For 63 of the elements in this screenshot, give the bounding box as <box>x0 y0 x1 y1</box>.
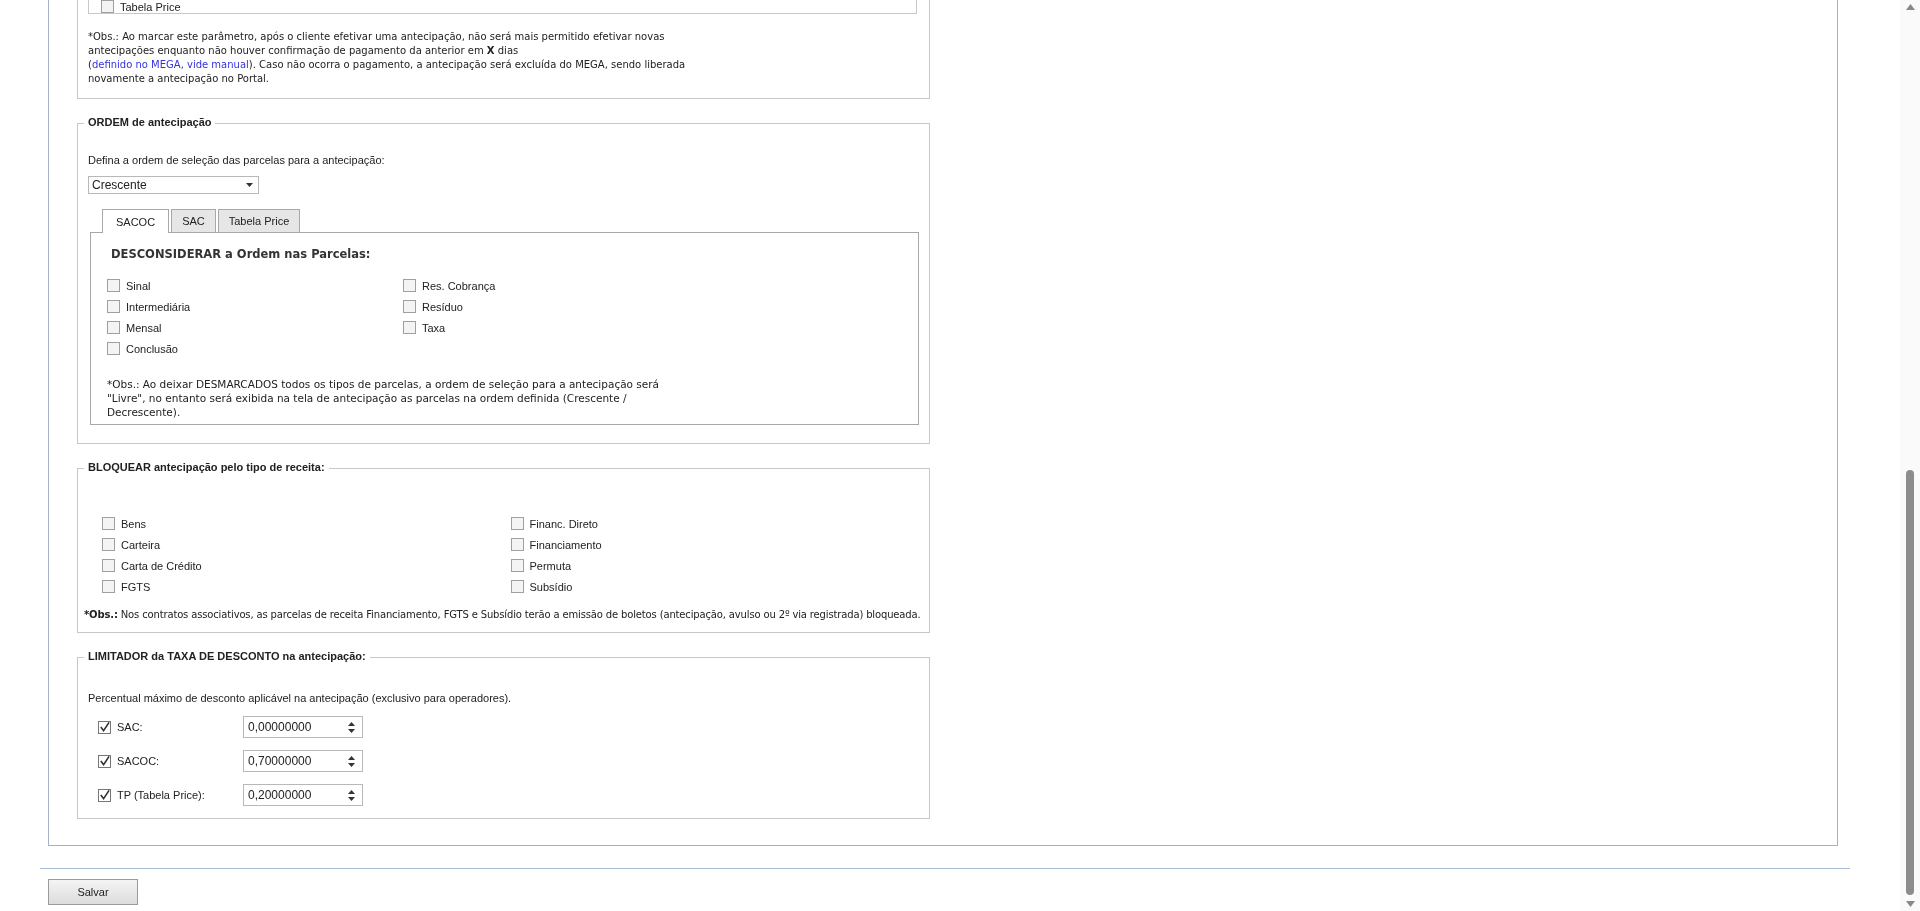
checkbox-label: SACOC: <box>117 755 160 767</box>
checkbox[interactable] <box>102 559 115 572</box>
checkbox[interactable] <box>510 559 524 572</box>
checkbox[interactable] <box>102 538 115 551</box>
checkbox[interactable] <box>102 517 115 530</box>
order-dropdown[interactable]: Crescente <box>88 176 259 194</box>
save-button[interactable]: Salvar <box>48 879 138 905</box>
checkbox-label: Financ. Direto <box>529 517 598 530</box>
checkbox-label: SAC: <box>117 721 143 733</box>
checkbox-label: Permuta <box>529 559 572 572</box>
tab[interactable]: SAC <box>171 209 216 232</box>
checkbox-label: Res. Cobrança <box>422 279 496 292</box>
checkbox[interactable] <box>403 321 416 334</box>
description-text: Percentual máximo de desconto aplicável na antecipação (exclusivo para operadores). <box>88 692 513 704</box>
scroll-down-icon[interactable] <box>1905 901 1915 907</box>
checkbox-label: Carteira <box>121 538 161 551</box>
checkbox-label: Taxa <box>422 321 446 334</box>
note-text: *Obs.: Nos contratos associativos, as parcelas de receita Financiamento, FGTS e Subsídio terão a emissão de boletos (antecipação, avulso ou 2º via registrada) bloqueada. <box>84 609 919 620</box>
checkbox[interactable] <box>98 754 111 768</box>
number-field[interactable]: 0,20000000 <box>243 784 363 806</box>
note-text: *Obs.: Ao marcar este parâmetro, após o cliente efetivar uma antecipação, não será mais permitido efetivar novas antecipações enquanto não houver confirmação de pagamento da anterior em X dias (definido no MEGA, vide manual). Caso não ocorra o pagamento, a antecipação será excluída do MEGA, sendo liberada novamente a antecipação no Portal. <box>88 30 687 86</box>
panel-heading: DESCONSIDERAR a Ordem nas Parcelas: <box>110 247 372 261</box>
number-field[interactable]: 0,70000000 <box>243 750 363 772</box>
note-text: *Obs.: Ao deixar DESMARCADOS todos os tipos de parcelas, a ordem de seleção para a antecipação será "Livre", no entanto será exibida na tela de antecipação as parcelas na ordem definida (Crescente / Decrescente). <box>107 377 661 419</box>
scrollbar[interactable] <box>1900 0 1920 911</box>
scroll-up-icon[interactable] <box>1905 4 1915 10</box>
checkbox[interactable] <box>98 720 111 734</box>
fieldset-legend: BLOQUEAR antecipação pelo tipo de receita: <box>84 461 329 473</box>
checkbox-label: Conclusão <box>126 342 178 355</box>
checkbox-label: Carta de Crédito <box>121 559 202 572</box>
checkbox[interactable] <box>98 788 111 802</box>
checkbox-label: Intermediária <box>126 300 191 313</box>
checkbox[interactable] <box>107 279 120 292</box>
checkbox-label: Bens <box>121 517 147 530</box>
scrollbar-thumb[interactable] <box>1906 470 1914 895</box>
checkbox[interactable] <box>510 517 524 530</box>
checkbox-label: TP (Tabela Price): <box>117 789 205 801</box>
checkbox[interactable] <box>403 300 416 313</box>
number-field[interactable]: 0,00000000 <box>243 716 363 738</box>
checkbox[interactable] <box>510 580 524 593</box>
checkbox[interactable] <box>107 300 120 313</box>
checkbox-label: FGTS <box>121 580 151 593</box>
tab[interactable]: SACOC <box>102 209 170 233</box>
caret-icon <box>246 183 253 187</box>
spinner-icon <box>348 755 355 767</box>
checkbox[interactable] <box>403 279 416 292</box>
checkbox-label: Tabela Price <box>120 0 181 13</box>
fieldset-legend: ORDEM de antecipação <box>84 116 216 128</box>
checkbox[interactable] <box>510 538 524 551</box>
checkbox-label: Mensal <box>126 321 162 334</box>
checkbox-label: Financiamento <box>529 538 602 551</box>
checkbox[interactable] <box>101 0 114 13</box>
checkbox-label: Sinal <box>126 279 151 292</box>
fieldset-legend: LIMITADOR da TAXA DE DESCONTO na antecipação: <box>84 650 370 662</box>
checkbox[interactable] <box>107 321 120 334</box>
checkbox-label: Resíduo <box>422 300 463 313</box>
checkbox[interactable] <box>102 580 115 593</box>
field-label: Defina a ordem de seleção das parcelas para a antecipação: <box>88 154 386 166</box>
tab[interactable]: Tabela Price <box>217 209 301 232</box>
checkbox-label: Subsídio <box>529 580 573 593</box>
spinner-icon <box>348 721 355 733</box>
checkbox[interactable] <box>107 342 120 355</box>
spinner-icon <box>348 789 355 801</box>
